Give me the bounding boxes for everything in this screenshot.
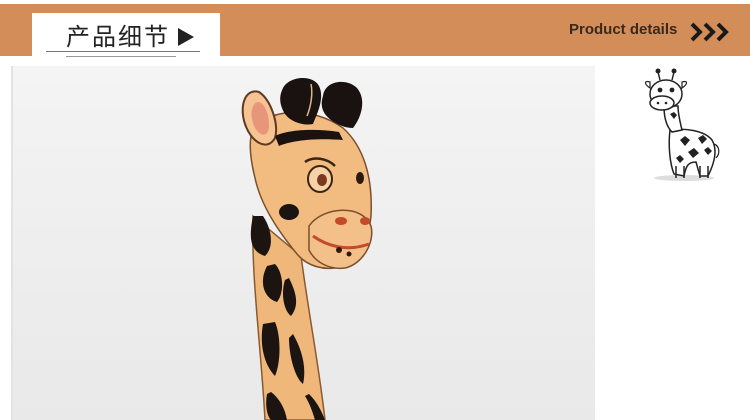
giraffe-illustration: [241, 77, 373, 420]
tab-underline-secondary: [66, 56, 176, 57]
section-title: 产品细节: [66, 23, 170, 51]
tab-underline: [46, 51, 200, 52]
giraffe-cartoon-icon: [644, 68, 720, 181]
product-photo: [11, 66, 595, 420]
play-triangle-icon: [178, 28, 194, 46]
section-subtitle: Product details: [569, 21, 678, 38]
triple-chevron-right-icon: [690, 22, 729, 42]
